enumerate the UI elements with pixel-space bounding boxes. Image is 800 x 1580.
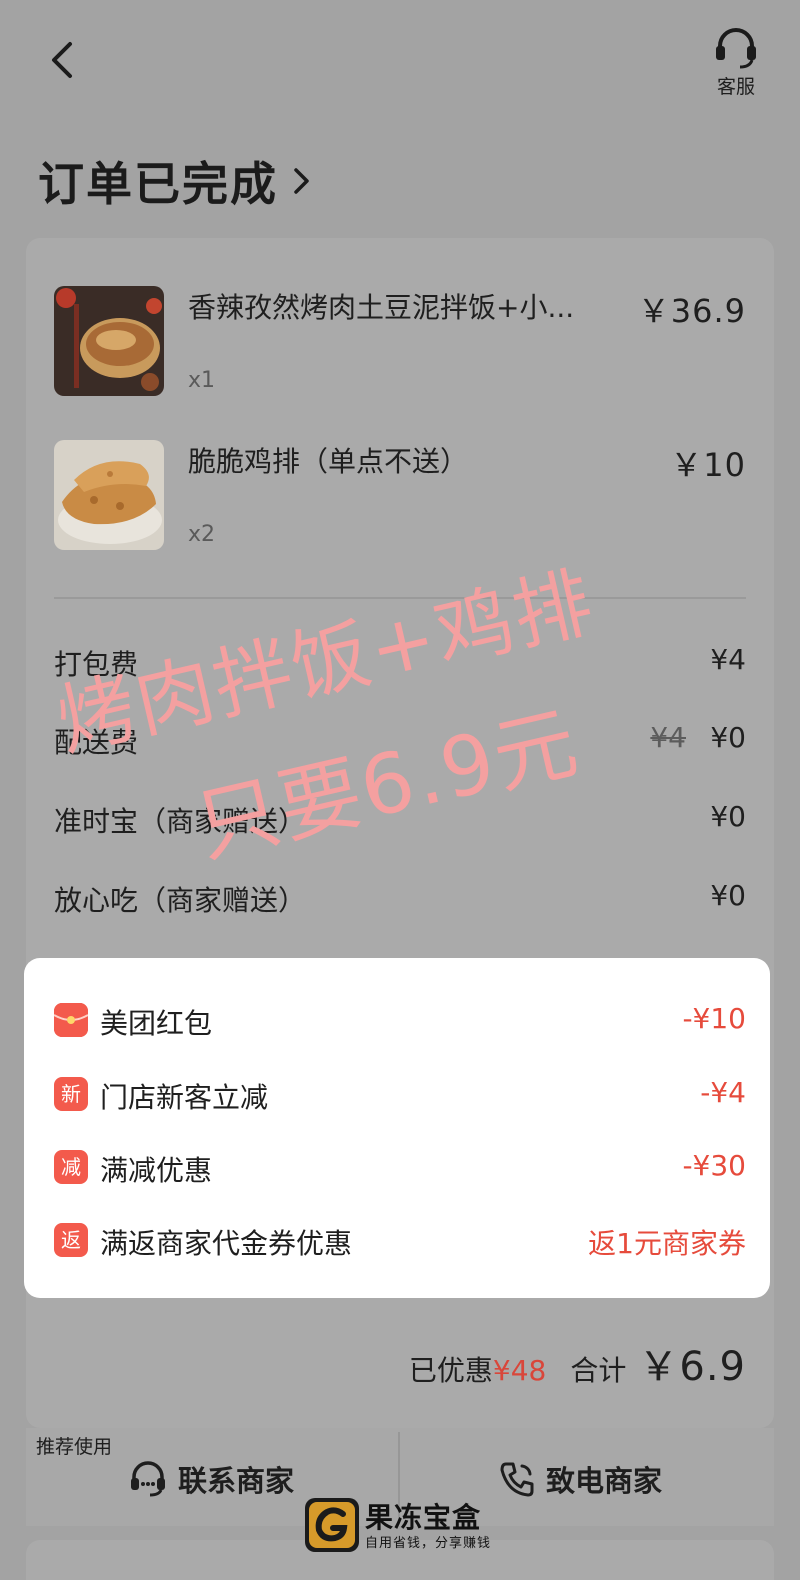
item-price: ￥10 [670, 446, 746, 484]
food-image-chicken-cutlet [54, 440, 164, 550]
promo-row-discount[interactable]: 减 满减优惠 -¥30 [54, 1149, 746, 1189]
chevron-right-icon [294, 168, 309, 194]
fee-value: ¥4 [710, 643, 746, 676]
customer-service-button[interactable]: 客服 [708, 26, 764, 99]
watermark: 果冻宝盒 自用省钱，分享赚钱 [305, 1496, 505, 1558]
order-item[interactable]: 脆脆鸡排（单点不送） x2 ￥10 [54, 440, 746, 550]
food-image-rice-bowl [54, 286, 164, 396]
total-amount: ￥6.9 [638, 1344, 746, 1390]
watermark-name: 果冻宝盒 [365, 1501, 482, 1534]
fee-value: ¥0 [710, 879, 746, 912]
chevron-left-icon [52, 42, 72, 78]
promo-label: 门店新客立减 [100, 1081, 269, 1114]
fee-value: ¥0 [710, 800, 746, 833]
item-name: 脆脆鸡排（单点不送） [188, 445, 469, 478]
watermark-logo-icon [305, 1498, 359, 1552]
total-label: 合计 [570, 1354, 627, 1387]
new-customer-icon: 新 [54, 1077, 88, 1111]
contact-merchant-label: 联系商家 [178, 1464, 295, 1498]
fee-row-food-safety[interactable]: 放心吃（商家赠送） ¥0 [54, 879, 746, 919]
watermark-slogan: 自用省钱，分享赚钱 [365, 1536, 492, 1551]
call-merchant-button[interactable]: 致电商家 [498, 1458, 662, 1500]
saved-amount: ¥48 [492, 1354, 547, 1387]
divider [54, 597, 746, 599]
promotions-panel: 美团红包 -¥10 新 门店新客立减 -¥4 减 满减优惠 -¥30 返 满返商… [24, 958, 770, 1298]
saved-label: 已优惠 [408, 1354, 493, 1387]
promo-row-red-packet[interactable]: 美团红包 -¥10 [53, 1002, 746, 1042]
call-merchant-label: 致电商家 [546, 1464, 663, 1498]
fee-row-delivery: 配送费 ¥4 ¥0 [54, 721, 746, 761]
chat-headset-icon [131, 1461, 165, 1497]
promo-label: 满返商家代金券优惠 [100, 1227, 353, 1260]
promo-label: 满减优惠 [100, 1154, 213, 1187]
red-packet-icon [53, 1003, 89, 1037]
fee-row-packaging: 打包费 ¥4 [54, 643, 746, 683]
customer-service-label: 客服 [716, 76, 755, 98]
discount-icon: 减 [54, 1150, 88, 1184]
promo-row-rebate[interactable]: 返 满返商家代金券优惠 返1元商家券 [54, 1222, 746, 1262]
fee-label: 配送费 [54, 726, 139, 759]
promo-value: -¥4 [700, 1076, 746, 1109]
back-button[interactable] [44, 40, 84, 80]
item-quantity: x1 [188, 368, 216, 393]
promo-label: 美团红包 [100, 1007, 213, 1040]
fee-label: 打包费 [54, 648, 139, 681]
item-price: ￥36.9 [637, 292, 746, 330]
contact-merchant-button[interactable]: 联系商家 [128, 1458, 294, 1500]
promo-value: 返1元商家券 [588, 1227, 746, 1260]
order-item[interactable]: 香辣孜然烤肉土豆泥拌饭+小... x1 ￥36.9 [54, 286, 746, 396]
fee-row-on-time-guarantee[interactable]: 准时宝（商家赠送） ¥0 [54, 800, 746, 840]
item-quantity: x2 [188, 522, 216, 547]
fee-label: 准时宝（商家赠送） [54, 805, 307, 838]
promo-value: -¥30 [682, 1149, 746, 1182]
promo-value: -¥10 [682, 1002, 746, 1035]
fee-value: ¥0 [710, 721, 746, 754]
order-summary: 已优惠 ¥48 合计 ￥6.9 [409, 1334, 746, 1392]
recommend-label: 推荐使用 [36, 1436, 113, 1458]
headset-icon [716, 28, 756, 69]
phone-icon [500, 1462, 534, 1497]
fee-original-price: ¥4 [650, 721, 686, 754]
promo-row-new-customer[interactable]: 新 门店新客立减 -¥4 [54, 1076, 746, 1116]
page-title: 订单已完成 [38, 157, 278, 211]
item-name: 香辣孜然烤肉土豆泥拌饭+小... [188, 291, 575, 324]
fee-label: 放心吃（商家赠送） [54, 884, 307, 917]
rebate-icon: 返 [54, 1223, 88, 1257]
order-status-title[interactable]: 订单已完成 [38, 148, 312, 214]
